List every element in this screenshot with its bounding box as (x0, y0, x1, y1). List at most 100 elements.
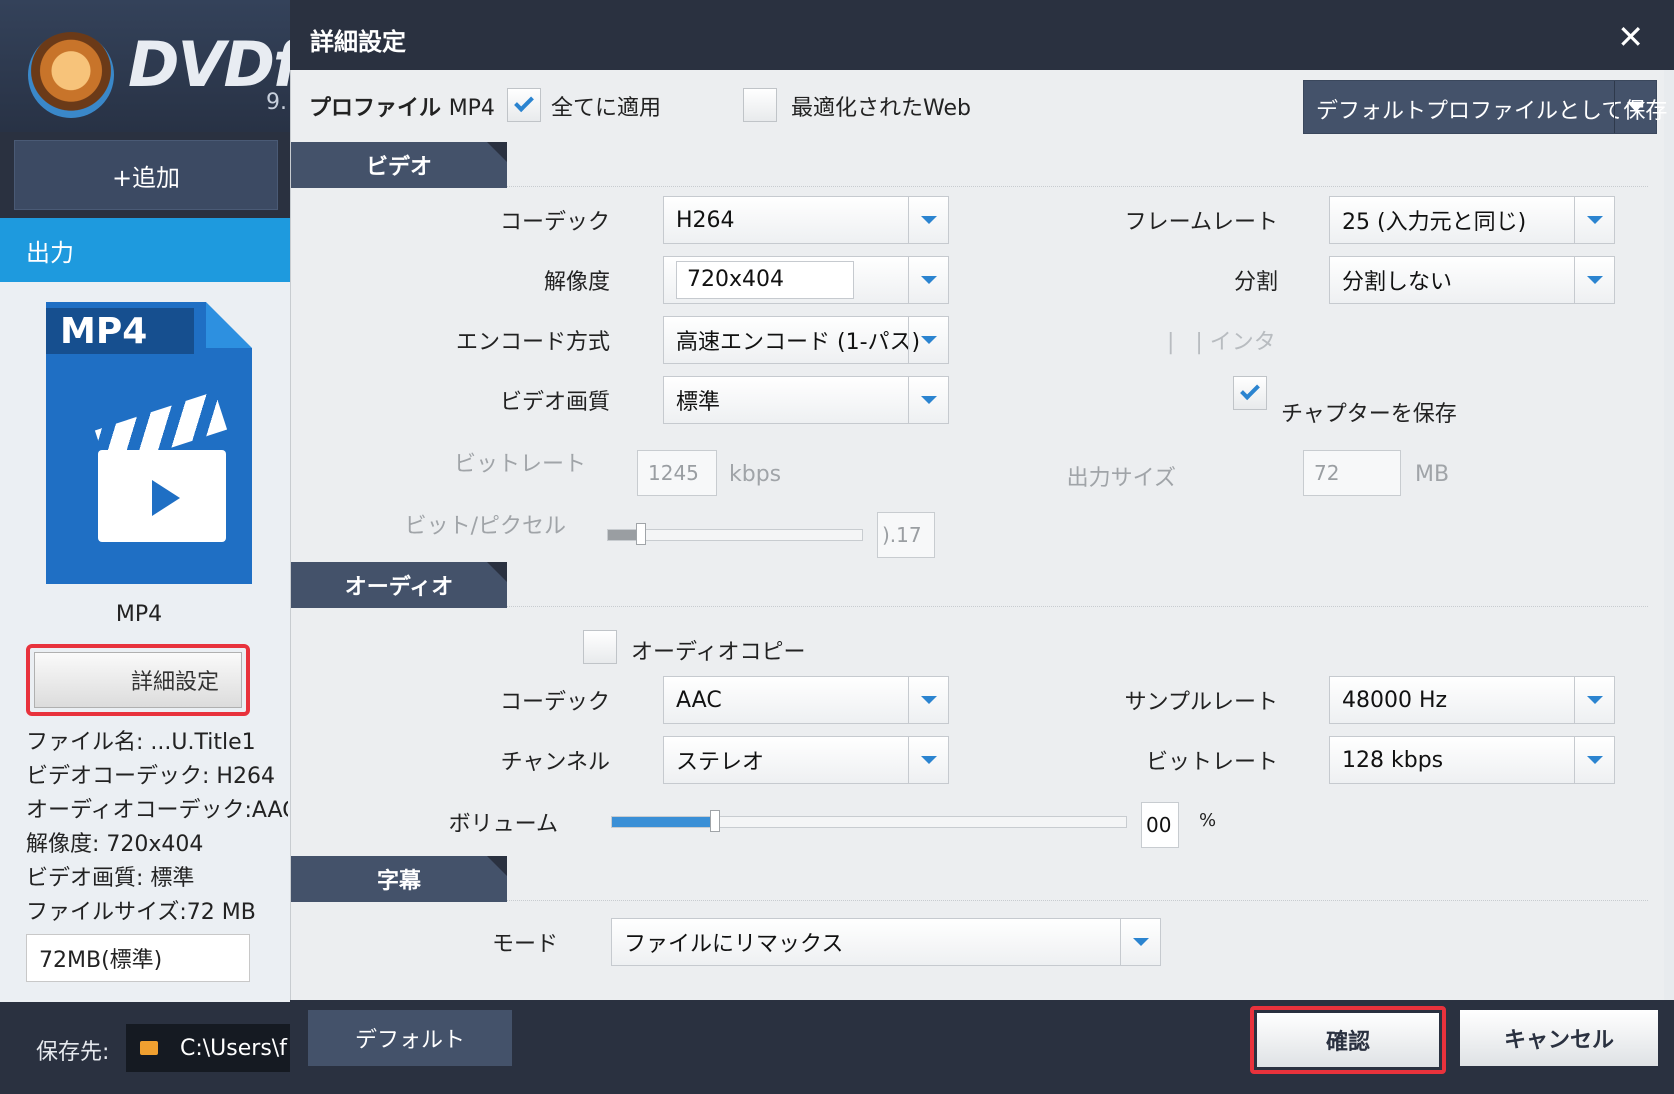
close-icon[interactable]: ✕ (1617, 18, 1644, 56)
save-to-path-text: C:\Users\f (180, 1035, 287, 1061)
frame-rate-value: 25 (入力元と同じ) (1342, 210, 1527, 235)
checkmark-icon (1240, 380, 1260, 401)
app-header: DVDfa 9. (0, 0, 340, 132)
web-optimized-label: 最適化されたWeb (791, 96, 971, 121)
chevron-down-icon (908, 677, 948, 723)
video-bitrate-input[interactable]: 1245 (637, 450, 717, 496)
resolution-dropdown[interactable]: 720x404 (663, 256, 949, 304)
bits-per-pixel-slider[interactable] (607, 523, 863, 545)
apply-all-checkbox[interactable] (507, 88, 541, 122)
chevron-down-icon (908, 257, 948, 303)
section-divider (507, 606, 1648, 607)
resolution-input[interactable]: 720x404 (676, 261, 854, 299)
app-logo-icon (28, 32, 114, 118)
save-to-label: 保存先: (36, 1040, 110, 1065)
volume-slider[interactable] (611, 810, 1127, 832)
audio-bitrate-label: ビットレート (1145, 750, 1278, 775)
channel-value: ステレオ (676, 750, 765, 775)
checkmark-icon (514, 92, 534, 113)
cancel-button[interactable]: キャンセル (1460, 1010, 1658, 1066)
bits-per-pixel-label: ビット/ピクセル (404, 514, 566, 539)
video-section-header: ビデオ (291, 142, 507, 188)
file-info-file-size: ファイルサイズ:72 MB (26, 900, 256, 925)
split-value: 分割しない (1342, 270, 1453, 295)
audio-bitrate-dropdown[interactable]: 128 kbps (1329, 736, 1615, 784)
bits-per-pixel-thumb[interactable] (636, 523, 647, 545)
file-info-audio-codec: オーディオコーデック:AAC (26, 798, 288, 823)
web-optimized-checkbox[interactable] (743, 88, 777, 122)
file-info-resolution: 解像度: 720x404 (26, 832, 204, 857)
app-version: 9. (266, 90, 287, 115)
frame-rate-dropdown[interactable]: 25 (入力元と同じ) (1329, 196, 1615, 244)
audio-codec-dropdown[interactable]: AAC (663, 676, 949, 724)
volume-unit: % (1199, 810, 1217, 831)
audio-codec-value: AAC (676, 687, 722, 713)
sample-rate-dropdown[interactable]: 48000 Hz (1329, 676, 1615, 724)
audio-section-header: オーディオ (291, 562, 507, 608)
chevron-down-icon (908, 317, 948, 363)
profile-label-text: プロファイル (309, 96, 442, 121)
mp4-profile-icon[interactable]: MP4 (46, 302, 252, 584)
encode-method-value: 高速エンコード (1-パス) (676, 330, 921, 355)
chevron-down-icon (908, 737, 948, 783)
section-divider (507, 186, 1648, 187)
file-info-video-quality: ビデオ画質: 標準 (26, 866, 195, 891)
audio-copy-label: オーディオコピー (631, 640, 806, 665)
folder-icon (140, 1041, 158, 1055)
subtitle-section-header: 字幕 (291, 856, 507, 902)
chevron-down-icon (1120, 919, 1160, 965)
video-quality-dropdown[interactable]: 標準 (663, 376, 949, 424)
advanced-settings-dialog: 詳細設定 ✕ プロファイル MP4 全てに適用 最適化されたWeb デフォルトプ… (290, 0, 1674, 1094)
advanced-settings-button[interactable]: 詳細設定 (34, 652, 242, 708)
chevron-down-icon[interactable] (1614, 81, 1656, 133)
encode-method-label: エンコード方式 (455, 330, 610, 355)
video-codec-label: コーデック (499, 210, 610, 235)
file-info-filename: ファイル名: ...U.Title1 (26, 730, 256, 755)
split-dropdown[interactable]: 分割しない (1329, 256, 1615, 304)
volume-fill (612, 817, 715, 827)
subtitle-mode-value: ファイルにリマックス (624, 932, 844, 957)
channel-dropdown[interactable]: ステレオ (663, 736, 949, 784)
encode-method-dropdown[interactable]: 高速エンコード (1-パス) (663, 316, 949, 364)
play-icon (152, 480, 180, 516)
sample-rate-label: サンプルレート (1124, 690, 1278, 715)
file-info-video-codec: ビデオコーデック: H264 (26, 764, 275, 789)
split-label: 分割 (1233, 270, 1278, 295)
frame-rate-label: フレームレート (1124, 210, 1278, 235)
output-size-label: 出力サイズ (1066, 466, 1176, 491)
chevron-down-icon (1574, 677, 1614, 723)
video-quality-label: ビデオ画質 (499, 390, 610, 415)
output-size-input[interactable]: 72 (1303, 450, 1401, 496)
save-to-path[interactable]: C:\Users\f (126, 1024, 290, 1072)
add-button[interactable]: +追加 (14, 140, 278, 210)
advanced-settings-highlight: 詳細設定 (26, 644, 250, 716)
channel-label: チャンネル (500, 750, 610, 775)
video-codec-dropdown[interactable]: H264 (663, 196, 949, 244)
size-select[interactable]: 72MB(標準) (26, 934, 250, 982)
video-bitrate-unit: kbps (729, 462, 782, 487)
save-chapters-checkbox[interactable] (1233, 376, 1267, 410)
dialog-footer: デフォルト 確認 キャンセル (290, 1000, 1674, 1094)
confirm-button[interactable]: 確認 (1257, 1013, 1439, 1067)
default-button[interactable]: デフォルト (308, 1010, 512, 1066)
subtitle-mode-label: モード (491, 932, 558, 957)
chevron-down-icon (1574, 197, 1614, 243)
interlace-label-text: | インタ (1195, 330, 1276, 355)
bits-per-pixel-input[interactable]: ).17 (877, 512, 935, 558)
profile-label: プロファイル MP4 (309, 90, 495, 122)
volume-input[interactable]: 00 (1141, 802, 1179, 848)
video-bitrate-label: ビットレート (453, 452, 586, 477)
audio-copy-checkbox[interactable] (583, 630, 617, 664)
chevron-down-icon (1574, 257, 1614, 303)
save-default-profile-button[interactable]: デフォルトプロファイルとして保存 (1303, 80, 1667, 134)
audio-bitrate-value: 128 kbps (1342, 747, 1444, 773)
volume-thumb[interactable] (709, 810, 720, 832)
video-quality-value: 標準 (676, 390, 721, 415)
section-divider (507, 900, 1648, 901)
output-tab[interactable]: 出力 (0, 218, 290, 282)
file-info: ファイル名: ...U.Title1 ビデオコーデック: H264 オーディオコ… (26, 726, 288, 930)
subtitle-mode-dropdown[interactable]: ファイルにリマックス (611, 918, 1161, 966)
interlace-label: | | インタ (1167, 330, 1276, 355)
file-fold-corner (206, 302, 252, 348)
video-codec-value: H264 (676, 207, 735, 233)
